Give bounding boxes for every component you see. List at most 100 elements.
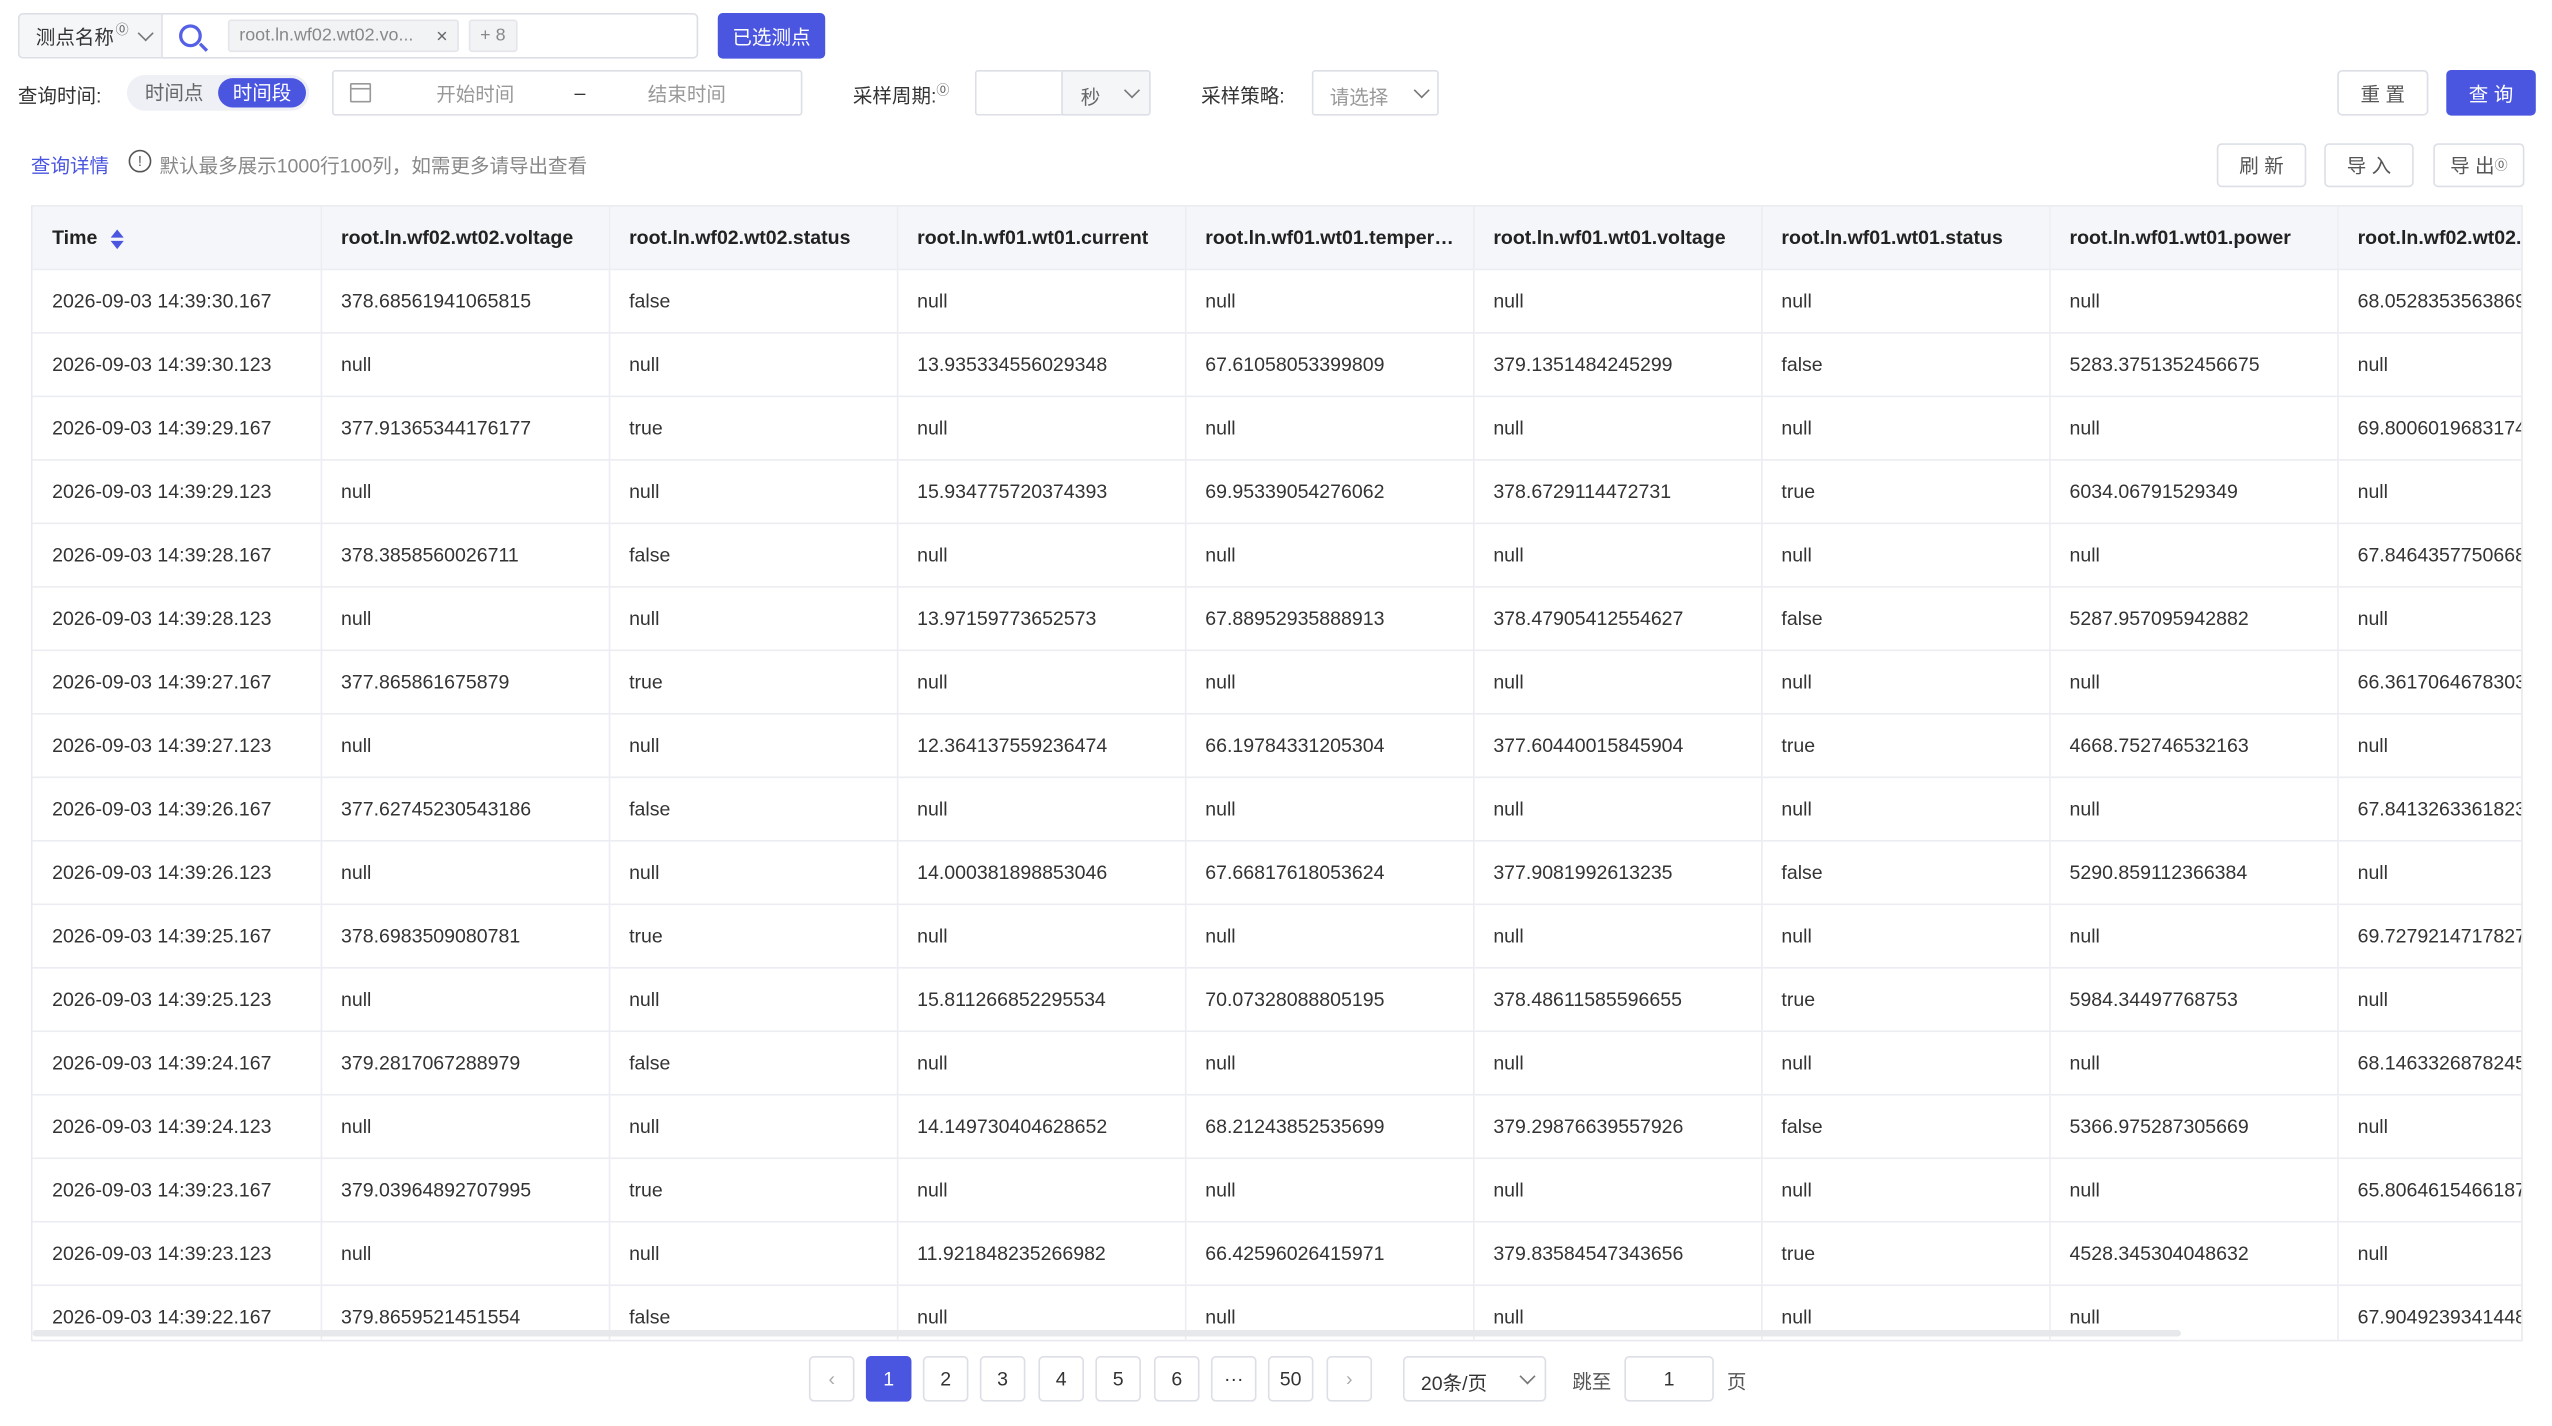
value-cell: false	[608, 1030, 898, 1095]
period-unit-value: 秒	[1080, 86, 1101, 110]
search-icon	[179, 24, 202, 48]
close-icon[interactable]: ×	[436, 24, 447, 47]
value-cell: true	[608, 1157, 898, 1222]
prev-page-button[interactable]: ‹	[808, 1356, 855, 1402]
time-cell: 2026-09-03 14:39:28.167	[32, 522, 322, 587]
column-header[interactable]: root.ln.wf01.wt01.voltage	[1472, 206, 1762, 270]
export-help-icon[interactable]: ⓪	[2495, 156, 2508, 174]
column-header[interactable]: root.ln.wf01.wt01.current	[896, 206, 1186, 270]
page-button[interactable]: 3	[979, 1356, 1026, 1402]
table-row: 2026-09-03 14:39:25.167 378.6983509080781…	[32, 903, 2522, 968]
value-cell: null	[1184, 776, 1474, 841]
value-cell: null	[1761, 268, 2050, 333]
time-cell: 2026-09-03 14:39:23.123	[32, 1220, 322, 1286]
refresh-button[interactable]: 刷 新	[2216, 143, 2307, 188]
time-range-picker[interactable]: 开始时间 – 结束时间	[332, 69, 803, 116]
chevron-down-icon	[1413, 82, 1430, 99]
value-cell: 67.84643577506688	[2337, 522, 2522, 587]
value-cell: 69.80060196831741	[2337, 395, 2522, 460]
value-cell: true	[608, 395, 898, 460]
pagination: ‹ 1 2 3 4 5 6 ··· 50 › 20条/页 跳至 1 页	[0, 1356, 2552, 1402]
selected-points-button[interactable]: 已选测点	[717, 13, 826, 59]
value-cell: null	[1761, 395, 2050, 460]
query-detail-link[interactable]: 查询详情	[31, 151, 109, 179]
value-cell: 68.14633268782459	[2337, 1030, 2522, 1095]
page-button[interactable]: 2	[922, 1356, 969, 1402]
point-type-select[interactable]: 测点名称 ⓪	[17, 13, 162, 59]
value-cell: null	[896, 776, 1186, 841]
value-cell: 66.42596026415971	[1184, 1220, 1474, 1286]
next-page-button[interactable]: ›	[1326, 1356, 1373, 1402]
column-header[interactable]: root.ln.wf01.wt01.power	[2049, 206, 2339, 270]
period-unit-select[interactable]: 秒	[1061, 69, 1151, 116]
time-cell: 2026-09-03 14:39:26.123	[32, 839, 322, 905]
page-button[interactable]: 1	[865, 1356, 912, 1402]
value-cell: null	[2049, 268, 2339, 333]
selected-point-tag-label: root.ln.wf02.wt02.vo...	[239, 26, 414, 46]
value-cell: 66.36170646783032	[2337, 649, 2522, 714]
more-pages-button[interactable]: ···	[1210, 1356, 1257, 1402]
value-cell: 5287.957095942882	[2049, 586, 2339, 651]
page-button[interactable]: 4	[1038, 1356, 1084, 1402]
end-time-input[interactable]: 结束时间	[648, 79, 726, 107]
value-cell: 14.149730404628652	[896, 1093, 1186, 1159]
page-button[interactable]: 50	[1267, 1356, 1314, 1402]
more-points-tag[interactable]: + 8	[468, 19, 517, 53]
value-cell: null	[1184, 395, 1474, 460]
value-cell: null	[1761, 649, 2050, 714]
mode-time-range[interactable]: 时间段	[218, 78, 306, 108]
value-cell: 4528.345304048632	[2049, 1220, 2339, 1286]
time-cell: 2026-09-03 14:39:28.123	[32, 586, 322, 651]
table-row: 2026-09-03 14:39:27.167 377.865861675879 t…	[32, 649, 2522, 714]
value-cell: null	[320, 966, 610, 1032]
value-cell: true	[1761, 459, 2050, 524]
column-header-time[interactable]: Time	[32, 206, 322, 270]
sample-strategy-label: 采样策略:	[1201, 84, 1285, 108]
value-cell: null	[896, 903, 1186, 968]
reset-button[interactable]: 重 置	[2337, 69, 2429, 116]
value-cell: null	[2337, 586, 2522, 651]
value-cell: 69.72792147178274	[2337, 903, 2522, 968]
point-type-help-icon[interactable]: ⓪	[116, 20, 129, 38]
value-cell: null	[1761, 1030, 2050, 1095]
value-cell: null	[608, 332, 898, 397]
column-header[interactable]: root.ln.wf02.wt02.voltage	[320, 206, 610, 270]
sample-period-input[interactable]	[974, 69, 1062, 116]
page-button[interactable]: 6	[1153, 1356, 1200, 1402]
page-button[interactable]: 5	[1095, 1356, 1141, 1402]
import-button[interactable]: 导 入	[2324, 143, 2414, 188]
page-size-select[interactable]: 20条/页	[1402, 1356, 1547, 1402]
jump-page-input[interactable]: 1	[1624, 1356, 1714, 1402]
value-cell: null	[896, 395, 1186, 460]
value-cell: 4668.752746532163	[2049, 713, 2339, 778]
table-row: 2026-09-03 14:39:30.123 null null 13.935334…	[32, 332, 2522, 397]
search-button[interactable]: 查 询	[2446, 69, 2536, 116]
export-button[interactable]: 导 出⓪	[2433, 143, 2525, 188]
column-header[interactable]: root.ln.wf01.wt01.temper…	[1184, 206, 1474, 270]
column-header[interactable]: root.ln.wf02.wt02.status	[608, 206, 898, 270]
horizontal-scrollbar[interactable]	[32, 1329, 2181, 1337]
value-cell: 68.05283535638695	[2337, 268, 2522, 333]
period-help-icon[interactable]: ⓪	[936, 83, 949, 98]
sort-icon[interactable]	[110, 228, 124, 249]
table-row: 2026-09-03 14:39:23.123 null null 11.921848…	[32, 1220, 2522, 1286]
time-cell: 2026-09-03 14:39:30.123	[32, 332, 322, 397]
column-header[interactable]: root.ln.wf01.wt01.status	[1761, 206, 2050, 270]
value-cell: null	[2337, 332, 2522, 397]
value-cell: 12.364137559236474	[896, 713, 1186, 778]
column-header[interactable]: root.ln.wf02.wt02.t	[2337, 206, 2522, 270]
mode-time-point[interactable]: 时间点	[130, 78, 218, 107]
value-cell: 67.66817618053624	[1184, 839, 1474, 905]
start-time-input[interactable]: 开始时间	[436, 79, 514, 107]
table-row: 2026-09-03 14:39:23.167 379.0396489270799…	[32, 1157, 2522, 1222]
time-cell: 2026-09-03 14:39:24.167	[32, 1030, 322, 1095]
value-cell: null	[1184, 649, 1474, 714]
value-cell: null	[2049, 1157, 2339, 1222]
time-cell: 2026-09-03 14:39:27.123	[32, 713, 322, 778]
point-search-input[interactable]: root.ln.wf02.wt02.vo... × + 8	[161, 13, 699, 59]
range-separator: –	[574, 81, 586, 105]
table-row: 2026-09-03 14:39:26.167 377.6274523054318…	[32, 776, 2522, 841]
sample-strategy-select[interactable]: 请选择	[1311, 69, 1439, 116]
value-cell: 379.83584547343656	[1472, 1220, 1762, 1286]
value-cell: null	[608, 713, 898, 778]
